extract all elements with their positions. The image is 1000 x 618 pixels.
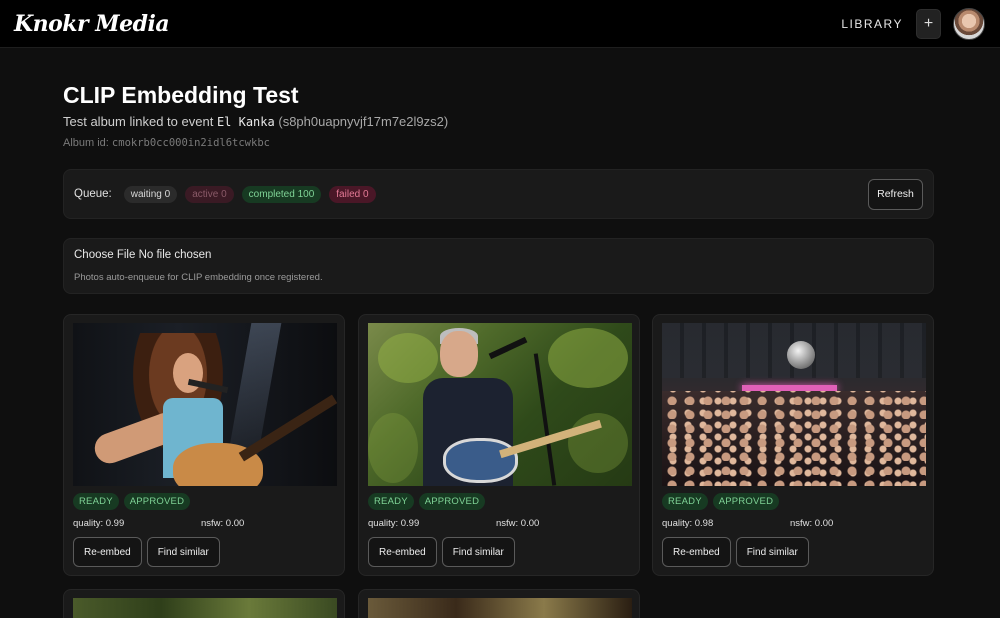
status-badge: READY xyxy=(73,493,119,510)
nsfw-score: nsfw: 0.00 xyxy=(201,518,245,529)
subtitle-prefix: Test album linked to event xyxy=(63,114,214,129)
queue-panel: Queue: waiting 0 active 0 completed 100 … xyxy=(63,169,934,219)
moderation-badge: APPROVED xyxy=(123,493,191,510)
page-subtitle: Test album linked to event El Kanka (s8p… xyxy=(63,114,448,129)
app-logo[interactable]: Knokr Media xyxy=(14,11,170,37)
photo-card-partial xyxy=(358,589,640,618)
status-badge: READY xyxy=(662,493,708,510)
find-similar-button[interactable]: Find similar xyxy=(735,537,809,567)
album-id-label: Album id: xyxy=(63,137,109,149)
photo-thumbnail[interactable] xyxy=(662,323,926,486)
photo-card: READY APPROVED quality: 0.98 nsfw: 0.00 … xyxy=(652,314,934,576)
upload-hint: Photos auto-enqueue for CLIP embedding o… xyxy=(74,272,323,283)
queue-completed-badge: completed 100 xyxy=(241,185,322,203)
photo-card: READY APPROVED quality: 0.99 nsfw: 0.00 … xyxy=(63,314,345,576)
quality-score: quality: 0.99 xyxy=(368,518,420,529)
re-embed-button[interactable]: Re-embed xyxy=(662,537,731,567)
find-similar-button[interactable]: Find similar xyxy=(441,537,515,567)
moderation-badge: APPROVED xyxy=(418,493,486,510)
no-file-text: No file chosen xyxy=(138,249,212,261)
photo-thumbnail[interactable] xyxy=(368,323,632,486)
album-id-row: Album id: cmokrb0cc000in2idl6tcwkbc xyxy=(63,137,270,149)
moderation-badge: APPROVED xyxy=(712,493,780,510)
re-embed-button[interactable]: Re-embed xyxy=(73,537,142,567)
find-similar-button[interactable]: Find similar xyxy=(146,537,220,567)
photo-card-partial xyxy=(63,589,345,618)
nsfw-score: nsfw: 0.00 xyxy=(496,518,540,529)
file-input[interactable]: Choose File No file chosen xyxy=(74,249,923,261)
event-id: (s8ph0uapnyvjf17m7e2l9zs2) xyxy=(278,114,449,129)
add-button[interactable]: + xyxy=(916,8,941,39)
top-bar-actions: LIBRARY + xyxy=(841,7,985,40)
photo-card: READY APPROVED quality: 0.99 nsfw: 0.00 … xyxy=(358,314,640,576)
quality-score: quality: 0.98 xyxy=(662,518,714,529)
upload-panel: Choose File No file chosen Photos auto-e… xyxy=(63,238,934,294)
refresh-button[interactable]: Refresh xyxy=(868,178,923,210)
page-title: CLIP Embedding Test xyxy=(63,82,299,108)
re-embed-button[interactable]: Re-embed xyxy=(368,537,437,567)
photo-thumbnail[interactable] xyxy=(73,323,337,486)
queue-waiting-badge: waiting 0 xyxy=(123,185,178,203)
top-bar: Knokr Media LIBRARY + xyxy=(0,0,1000,48)
choose-file-button[interactable]: Choose File xyxy=(74,249,135,261)
photo-thumbnail[interactable] xyxy=(73,598,337,618)
quality-score: quality: 0.99 xyxy=(73,518,125,529)
nsfw-score: nsfw: 0.00 xyxy=(790,518,834,529)
queue-label: Queue: xyxy=(74,188,112,200)
queue-active-badge: active 0 xyxy=(185,185,234,203)
avatar[interactable] xyxy=(953,7,985,40)
album-id-value: cmokrb0cc000in2idl6tcwkbc xyxy=(111,137,270,149)
nav-library-link[interactable]: LIBRARY xyxy=(841,17,903,31)
event-name: El Kanka xyxy=(216,115,275,129)
photo-thumbnail[interactable] xyxy=(368,598,632,618)
queue-failed-badge: failed 0 xyxy=(329,185,376,203)
status-badge: READY xyxy=(368,493,414,510)
